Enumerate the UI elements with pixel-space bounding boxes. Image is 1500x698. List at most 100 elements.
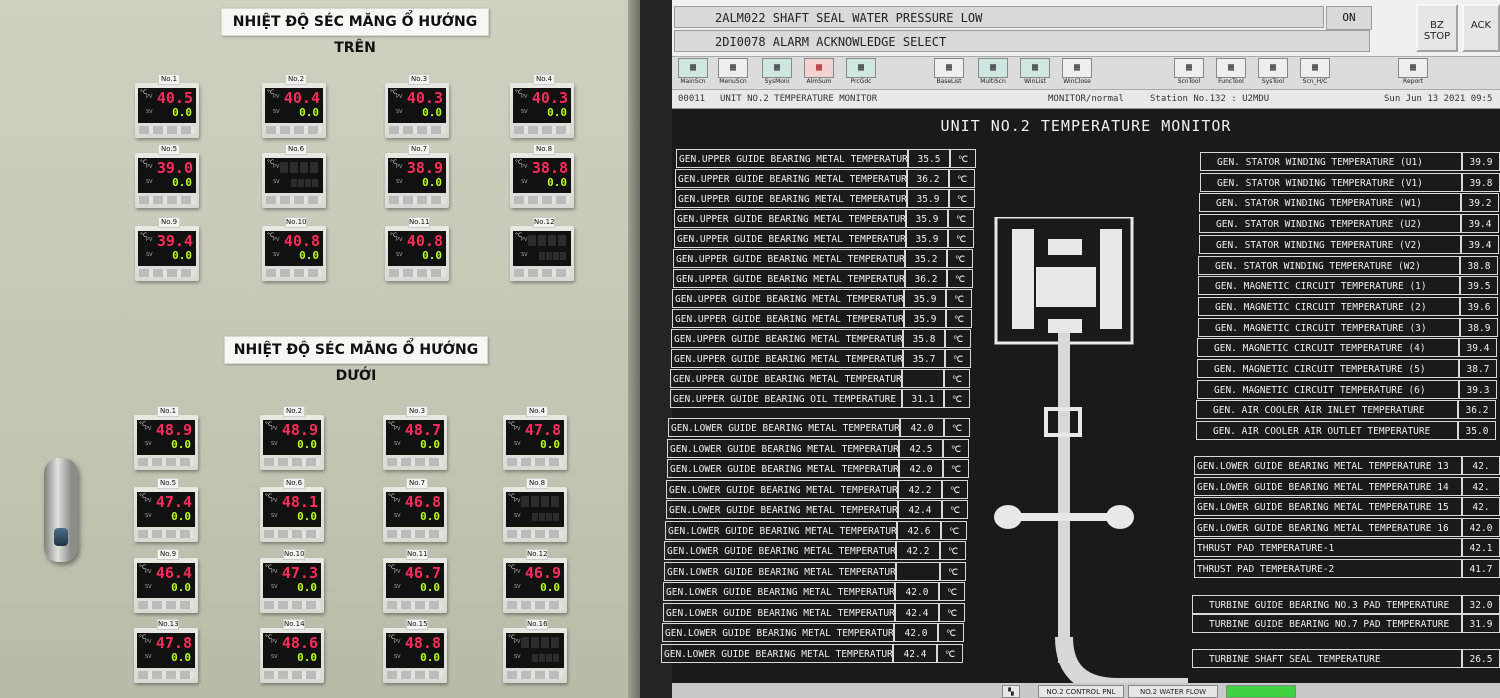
controller-body: °C PV SV 46.9 0.0 bbox=[503, 558, 567, 613]
toolbar-label: SysMoni bbox=[764, 78, 790, 85]
controller-keys[interactable] bbox=[266, 126, 322, 134]
status-green-indicator bbox=[1226, 685, 1296, 698]
controller-keys[interactable] bbox=[264, 530, 320, 538]
controller-keys[interactable] bbox=[139, 196, 195, 204]
controller-keys[interactable] bbox=[138, 530, 194, 538]
toolbar-button-prcgdc[interactable]: ▦ PrcGdc bbox=[842, 58, 880, 88]
screen-switch-icon[interactable]: ▚ bbox=[1002, 685, 1020, 698]
controller-number: No.4 bbox=[533, 74, 555, 85]
water-flow-button[interactable]: NO.2 WATER FLOW bbox=[1128, 685, 1218, 698]
toolbar-button-report[interactable]: ▦ Report bbox=[1394, 58, 1432, 88]
toolbar-button-mainscn[interactable]: ▦ MainScn bbox=[674, 58, 712, 88]
bz-stop-button[interactable]: BZ STOP bbox=[1416, 4, 1458, 52]
toolbar-button-functool[interactable]: ▦ FuncTool bbox=[1212, 58, 1250, 88]
row-value: 35.9 bbox=[904, 289, 946, 308]
controller-keys[interactable] bbox=[507, 671, 563, 679]
toolbar-button-sysmoni[interactable]: ▦ SysMoni bbox=[758, 58, 796, 88]
controller-keys[interactable] bbox=[514, 269, 570, 277]
controller-keys[interactable] bbox=[138, 671, 194, 679]
controller-keys[interactable] bbox=[139, 269, 195, 277]
controller-number: No.11 bbox=[408, 217, 430, 228]
temperature-controller: °C PV SV 46.8 0.0 No.7 bbox=[383, 478, 447, 542]
row-unit: ℃ bbox=[938, 623, 964, 642]
controller-keys[interactable] bbox=[387, 530, 443, 538]
toolbar-label: MainScn bbox=[680, 78, 706, 85]
sv-value: 0.0 bbox=[540, 438, 560, 451]
row-unit: ℃ bbox=[943, 438, 969, 458]
lower-bearing bbox=[1048, 319, 1082, 333]
toolbar-button-almsum[interactable]: ▦ AlmSum bbox=[800, 58, 838, 88]
controller-keys[interactable] bbox=[264, 458, 320, 466]
toolbar-button-menuscn[interactable]: ▦ MenuScn bbox=[714, 58, 752, 88]
temperature-controller: °C PV SV 47.8 0.0 No.4 bbox=[503, 406, 567, 470]
sv-value: 0.0 bbox=[171, 510, 191, 523]
controller-display: °C PV SV bbox=[506, 492, 564, 527]
alarm-line-1[interactable]: 2ALM022 SHAFT SEAL WATER PRESSURE LOW bbox=[674, 6, 1324, 28]
pv-label: PV bbox=[273, 237, 280, 243]
controller-keys[interactable] bbox=[387, 671, 443, 679]
controller-body: °C PV SV 48.1 0.0 bbox=[260, 487, 324, 542]
controller-keys[interactable] bbox=[507, 530, 563, 538]
controller-keys[interactable] bbox=[264, 671, 320, 679]
row-label: GEN.UPPER GUIDE BEARING METAL TEMPERATUR… bbox=[671, 329, 903, 348]
sv-value: 0.0 bbox=[420, 651, 440, 664]
controller-keys[interactable] bbox=[138, 458, 194, 466]
controller-keys[interactable] bbox=[514, 196, 570, 204]
ack-button[interactable]: ACK bbox=[1462, 4, 1500, 52]
blank-pv-display bbox=[528, 235, 568, 246]
controller-keys[interactable] bbox=[138, 601, 194, 609]
controller-keys[interactable] bbox=[514, 126, 570, 134]
pv-label: PV bbox=[394, 498, 401, 504]
controller-keys[interactable] bbox=[387, 601, 443, 609]
controller-keys[interactable] bbox=[387, 458, 443, 466]
temperature-controller: °C PV SV 38.8 0.0 No.8 bbox=[510, 144, 574, 208]
pv-label: PV bbox=[145, 498, 152, 504]
system-tool-icon: ▦ bbox=[1258, 58, 1288, 78]
pv-value: 38.8 bbox=[531, 159, 568, 177]
pv-value: 48.1 bbox=[281, 493, 318, 511]
controller-keys[interactable] bbox=[389, 269, 445, 277]
row-label: GEN. AIR COOLER AIR INLET TEMPERATURE bbox=[1196, 400, 1458, 420]
row-value: 42.4 bbox=[898, 500, 942, 519]
controller-keys[interactable] bbox=[389, 126, 445, 134]
temperature-controller: °C PV SV 47.3 0.0 No.10 bbox=[260, 549, 324, 613]
row-value: 35.9 bbox=[904, 309, 946, 328]
toolbar-button-scn-h-c[interactable]: ▦ Scn_H/C bbox=[1296, 58, 1334, 88]
row-value: 35.7 bbox=[903, 349, 945, 368]
row-label: GEN.LOWER GUIDE BEARING METAL TEMPERATUR… bbox=[667, 438, 899, 458]
row-value: 35.9 bbox=[907, 189, 949, 208]
row-unit: ℃ bbox=[943, 459, 969, 478]
controller-keys[interactable] bbox=[266, 269, 322, 277]
controller-keys[interactable] bbox=[507, 458, 563, 466]
toolbar-button-winclose[interactable]: ▦ WinClose bbox=[1058, 58, 1096, 88]
multi-screen-icon: ▦ bbox=[978, 58, 1008, 78]
toolbar-button-systool[interactable]: ▦ SysTool bbox=[1254, 58, 1292, 88]
toolbar-label: WinList bbox=[1024, 78, 1046, 85]
toolbar-button-baselist[interactable]: ▦ BaseList bbox=[930, 58, 968, 88]
toolbar-button-winlist[interactable]: ▦ WinList bbox=[1016, 58, 1054, 88]
row-label: GEN. MAGNETIC CIRCUIT TEMPERATURE (4) bbox=[1197, 338, 1459, 358]
controller-body: °C PV SV 46.8 0.0 bbox=[383, 487, 447, 542]
control-panel-button[interactable]: NO.2 CONTROL PNL bbox=[1038, 685, 1124, 698]
temperature-controller: °C PV SV 38.9 0.0 No.7 bbox=[385, 144, 449, 208]
toolbar-button-scntool[interactable]: ▦ ScnTool bbox=[1170, 58, 1208, 88]
controller-keys[interactable] bbox=[389, 196, 445, 204]
controller-keys[interactable] bbox=[507, 601, 563, 609]
row-label: GEN. STATOR WINDING TEMPERATURE (V2) bbox=[1199, 234, 1461, 254]
row-label: GEN.LOWER GUIDE BEARING METAL TEMPERATUR… bbox=[668, 418, 900, 437]
toolbar-button-multiscn[interactable]: ▦ MultiScn bbox=[974, 58, 1012, 88]
temperature-controller: °C PV SV 48.9 0.0 No.1 bbox=[134, 406, 198, 470]
alarm-line-2[interactable]: 2DI0078 ALARM ACKNOWLEDGE SELECT bbox=[674, 30, 1370, 52]
controller-keys[interactable] bbox=[264, 601, 320, 609]
sv-label: SV bbox=[394, 513, 401, 519]
row-value: 42.5 bbox=[899, 438, 943, 458]
controller-body: °C PV SV 40.8 0.0 bbox=[385, 226, 449, 281]
sv-value: 0.0 bbox=[422, 176, 442, 189]
pv-value: 48.9 bbox=[281, 421, 318, 439]
controller-keys[interactable] bbox=[266, 196, 322, 204]
controller-keys[interactable] bbox=[139, 126, 195, 134]
temperature-monitor: UNIT NO.2 TEMPERATURE MONITOR GEN.UPPER … bbox=[661, 109, 1500, 698]
bottom-bar: ▚ NO.2 CONTROL PNL NO.2 WATER FLOW bbox=[672, 683, 1500, 698]
controller-display: °C PV SV 40.5 0.0 bbox=[138, 88, 196, 123]
pv-value: 39.4 bbox=[156, 232, 193, 250]
